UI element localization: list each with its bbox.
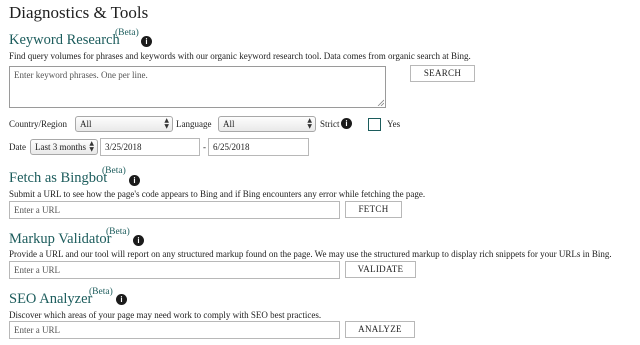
keyword-research-beta: (Beta) [115, 28, 139, 38]
markup-validator-title: Markup Validator [9, 231, 112, 247]
updown-arrows-icon: ▲ ▼ [164, 117, 169, 130]
date-label: Date [9, 142, 26, 152]
country-region-label: Country/Region [9, 119, 67, 129]
language-label: Language [176, 119, 212, 129]
resize-grip-icon[interactable] [377, 99, 384, 106]
language-select[interactable]: All ▲ ▼ [218, 116, 316, 132]
seo-analyzer-beta: (Beta) [89, 287, 113, 297]
search-button[interactable]: SEARCH [410, 65, 475, 82]
keyword-phrases-textarea[interactable]: Enter keyword phrases. One per line. [9, 66, 386, 108]
fetch-button[interactable]: FETCH [345, 201, 402, 218]
seo-analyzer-title: SEO Analyzer [9, 291, 93, 307]
info-icon[interactable]: i [116, 294, 127, 305]
analyze-button[interactable]: ANALYZE [345, 321, 415, 338]
page-title: Diagnostics & Tools [9, 3, 149, 22]
markup-validator-beta: (Beta) [106, 227, 130, 237]
validate-button[interactable]: VALIDATE [345, 261, 416, 278]
fetch-as-bingbot-title: Fetch as Bingbot [9, 170, 108, 186]
fetch-as-bingbot-description: Submit a URL to see how the page's code … [9, 189, 426, 199]
updown-arrows-icon: ▲ ▼ [307, 117, 312, 130]
start-date-input[interactable]: 3/25/2018 [100, 138, 200, 156]
info-icon[interactable]: i [133, 235, 144, 246]
markup-validator-description: Provide a URL and our tool will report o… [9, 249, 612, 259]
date-separator: - [203, 142, 206, 152]
country-region-value: All [80, 119, 92, 129]
info-icon[interactable]: i [129, 175, 140, 186]
end-date-input[interactable]: 6/25/2018 [208, 138, 309, 156]
keyword-phrases-placeholder: Enter keyword phrases. One per line. [14, 70, 148, 80]
updown-arrows-icon: ▲ ▼ [89, 140, 94, 153]
keyword-research-description: Find query volumes for phrases and keywo… [9, 51, 471, 61]
seo-analyzer-description: Discover which areas of your page may ne… [9, 310, 322, 320]
date-range-select[interactable]: Last 3 months ▲ ▼ [30, 139, 98, 155]
fetch-as-bingbot-beta: (Beta) [102, 166, 126, 176]
validator-url-input[interactable]: Enter a URL [9, 261, 340, 279]
strict-yes-label: Yes [387, 119, 401, 129]
analyzer-url-input[interactable]: Enter a URL [9, 321, 340, 339]
keyword-research-title: Keyword Research [9, 32, 120, 48]
info-icon[interactable]: i [341, 118, 352, 129]
fetch-url-input[interactable]: Enter a URL [9, 201, 340, 219]
info-icon[interactable]: i [141, 36, 152, 47]
country-region-select[interactable]: All ▲ ▼ [75, 116, 173, 132]
date-range-value: Last 3 months [35, 142, 86, 152]
strict-label: Strict [320, 119, 340, 129]
strict-checkbox[interactable] [368, 118, 381, 131]
language-value: All [223, 119, 235, 129]
